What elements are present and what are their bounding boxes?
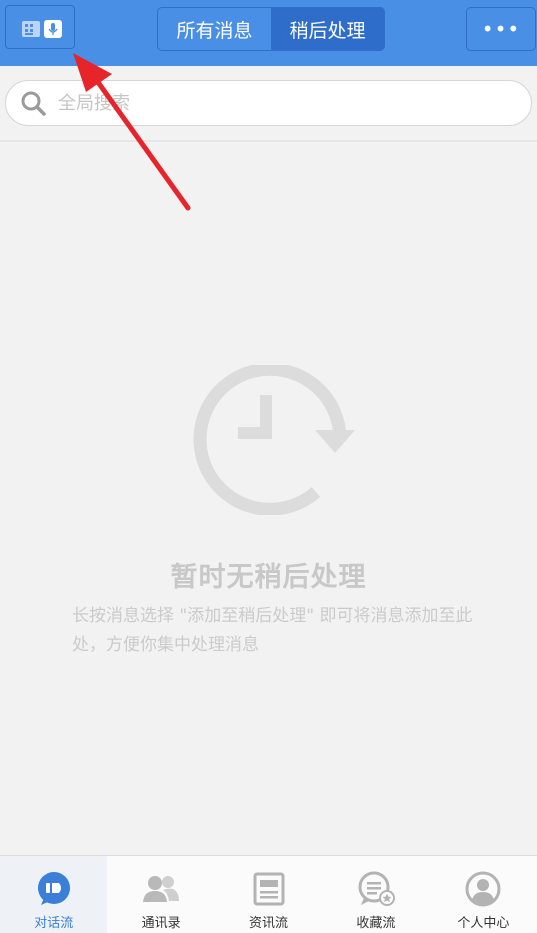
more-button[interactable]: ••• [466, 7, 536, 51]
top-bar: 所有消息 稍后处理 ••• [0, 0, 537, 66]
nav-label: 对话流 [34, 916, 74, 931]
tab-all-messages[interactable]: 所有消息 [158, 8, 271, 50]
keyboard-icon [22, 21, 40, 37]
divider [0, 140, 537, 142]
nav-item-news[interactable]: 资讯流 [215, 856, 322, 933]
search-bar-area [0, 66, 537, 142]
nav-label: 通讯录 [141, 916, 181, 931]
news-icon [249, 870, 289, 908]
contacts-icon [141, 870, 181, 908]
chat-flow-icon [34, 870, 74, 908]
microphone-icon [44, 20, 62, 38]
nav-item-chat-flow[interactable]: 对话流 [0, 856, 108, 933]
message-filter-tabs: 所有消息 稍后处理 [157, 7, 385, 51]
search-input[interactable] [56, 91, 500, 115]
search-box[interactable] [5, 80, 532, 126]
search-icon [21, 91, 46, 116]
nav-item-profile[interactable]: 个人中心 [430, 856, 537, 933]
empty-state-title: 暂时无稍后处理 [170, 562, 367, 593]
favorites-icon [356, 870, 396, 908]
nav-item-favorites[interactable]: 收藏流 [322, 856, 429, 933]
input-mode-toggle-button[interactable] [5, 5, 75, 49]
empty-state-description: 长按消息选择 "添加至稍后处理" 即可将消息添加至此处，方便你集中处理消息 [72, 606, 473, 655]
nav-label: 个人中心 [457, 916, 510, 931]
nav-label: 收藏流 [356, 916, 396, 931]
more-icon: ••• [481, 17, 521, 41]
nav-item-contacts[interactable]: 通讯录 [107, 856, 214, 933]
nav-label: 资讯流 [249, 916, 289, 931]
bottom-nav: 对话流 通讯录 资讯流 收藏流 个人中心 [0, 855, 537, 933]
profile-icon [463, 870, 503, 908]
tab-later[interactable]: 稍后处理 [271, 8, 384, 50]
app-screen: 所有消息 稍后处理 ••• 暂时无稍后处理 长按消息选择 "添加至稍后处理" 即… [0, 0, 537, 933]
clock-later-icon [193, 365, 355, 515]
